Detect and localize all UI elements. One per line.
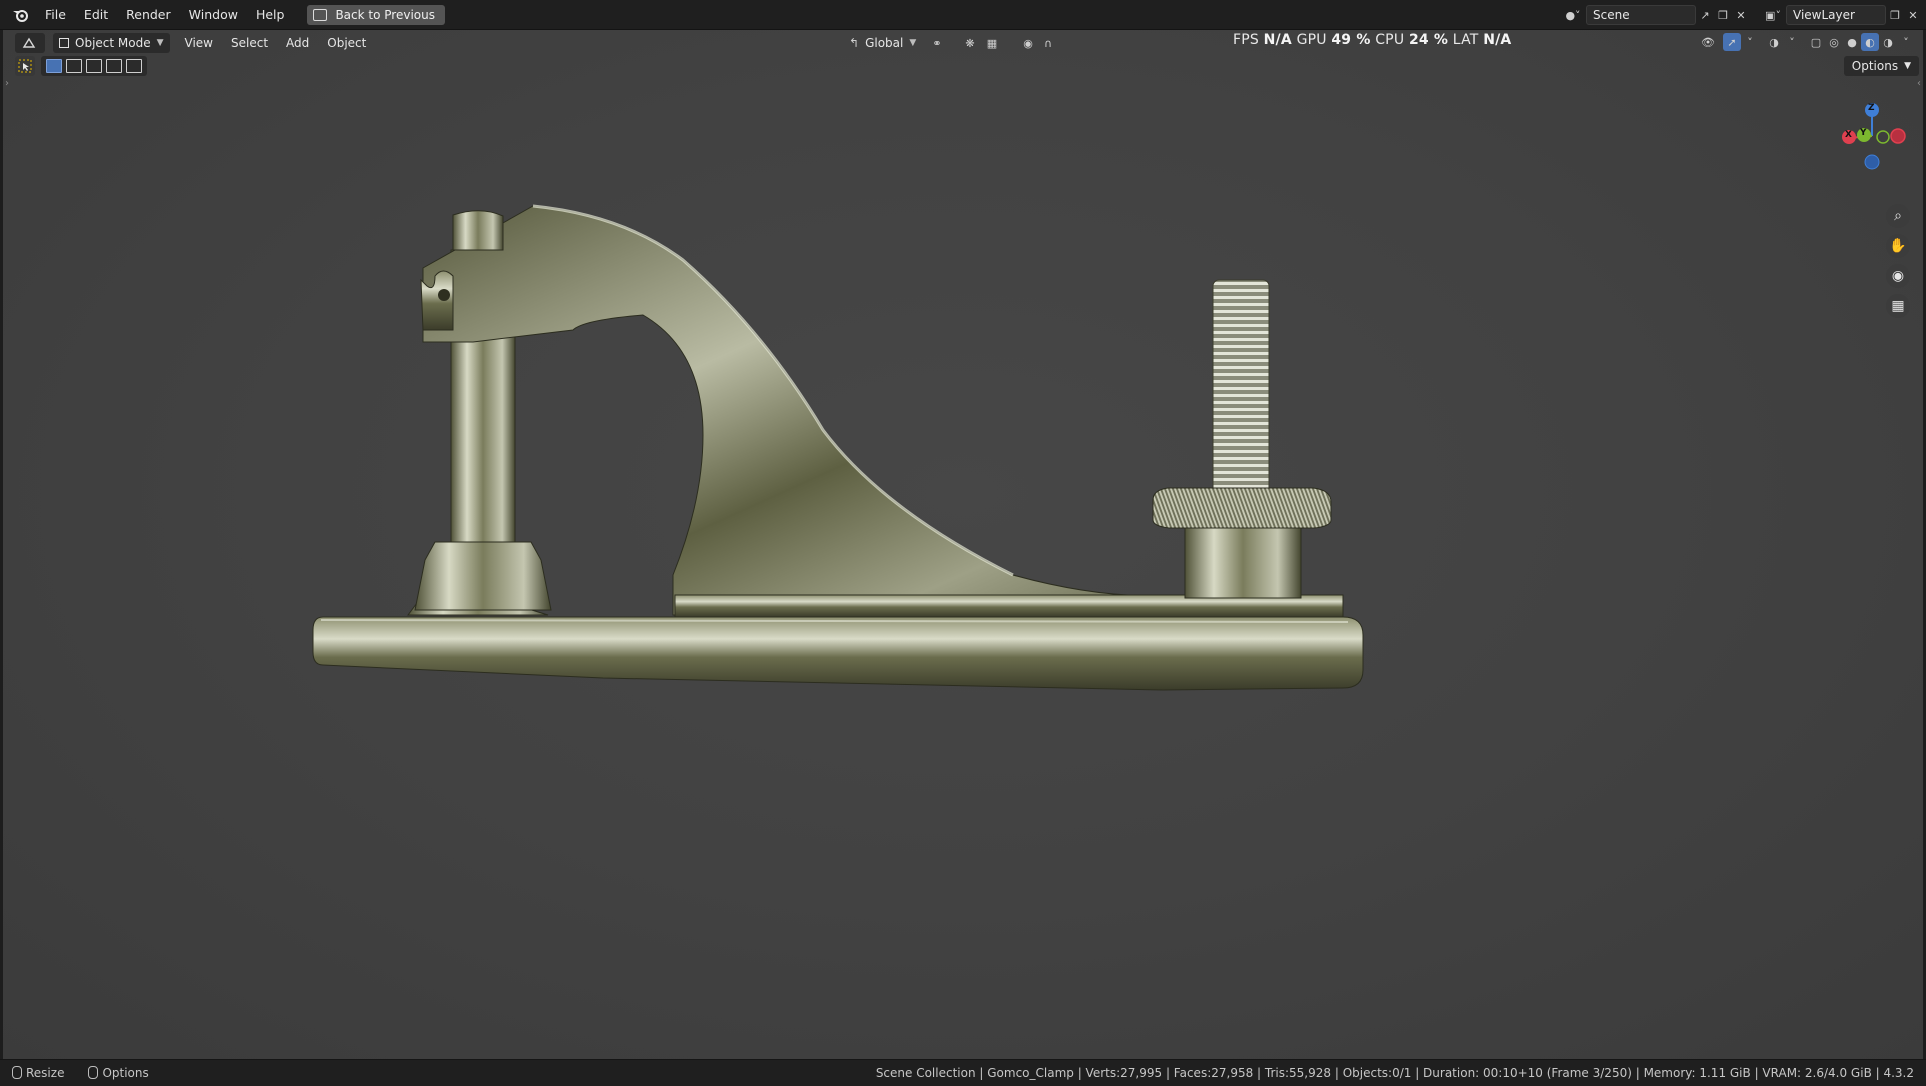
top-bar: File Edit Render Window Help Back to Pre…: [0, 0, 1926, 30]
screen-icon: [313, 8, 328, 21]
new-scene-icon[interactable]: ❐: [1714, 6, 1732, 24]
back-to-previous-label: Back to Previous: [335, 7, 435, 22]
scene-icon[interactable]: ●˅: [1564, 6, 1582, 24]
menu-edit[interactable]: Edit: [75, 4, 117, 26]
menu-render[interactable]: Render: [117, 4, 180, 26]
blender-logo-icon[interactable]: [6, 0, 36, 30]
back-to-previous-button[interactable]: Back to Previous: [307, 4, 445, 25]
resize-hint: Resize: [12, 1066, 76, 1080]
new-view-layer-icon[interactable]: ❐: [1886, 6, 1904, 24]
mouse-icon: [88, 1066, 99, 1079]
view-layer-name: ViewLayer: [1793, 8, 1855, 22]
mouse-icon: [12, 1066, 22, 1079]
menu-help[interactable]: Help: [247, 4, 294, 26]
delete-scene-icon[interactable]: ✕: [1732, 6, 1750, 24]
status-bar: Resize Options Scene Collection | Gomco_…: [0, 1059, 1926, 1086]
view-layer-icon[interactable]: ▣˅: [1764, 6, 1782, 24]
top-right-controls: ●˅ Scene ↗ ❐ ✕ ▣˅ ViewLayer ❐ ✕: [1564, 4, 1926, 26]
3d-viewport[interactable]: Object Mode ▼ View Select Add Object ↰ G…: [3, 30, 1923, 1059]
delete-view-layer-icon[interactable]: ✕: [1904, 6, 1922, 24]
menu-file[interactable]: File: [36, 4, 75, 26]
view-layer-field[interactable]: ViewLayer: [1786, 5, 1886, 25]
menu-window[interactable]: Window: [180, 4, 247, 26]
resize-label: Resize: [26, 1066, 65, 1080]
options-hint: Options: [88, 1066, 160, 1080]
options-hint-label: Options: [102, 1066, 149, 1080]
gomco-clamp-model[interactable]: [3, 30, 1923, 1059]
scene-statistics: Scene Collection | Gomco_Clamp | Verts:2…: [875, 1066, 1914, 1080]
scene-name: Scene: [1593, 8, 1630, 22]
pin-icon[interactable]: ↗: [1696, 6, 1714, 24]
scene-name-field[interactable]: Scene: [1586, 5, 1696, 25]
